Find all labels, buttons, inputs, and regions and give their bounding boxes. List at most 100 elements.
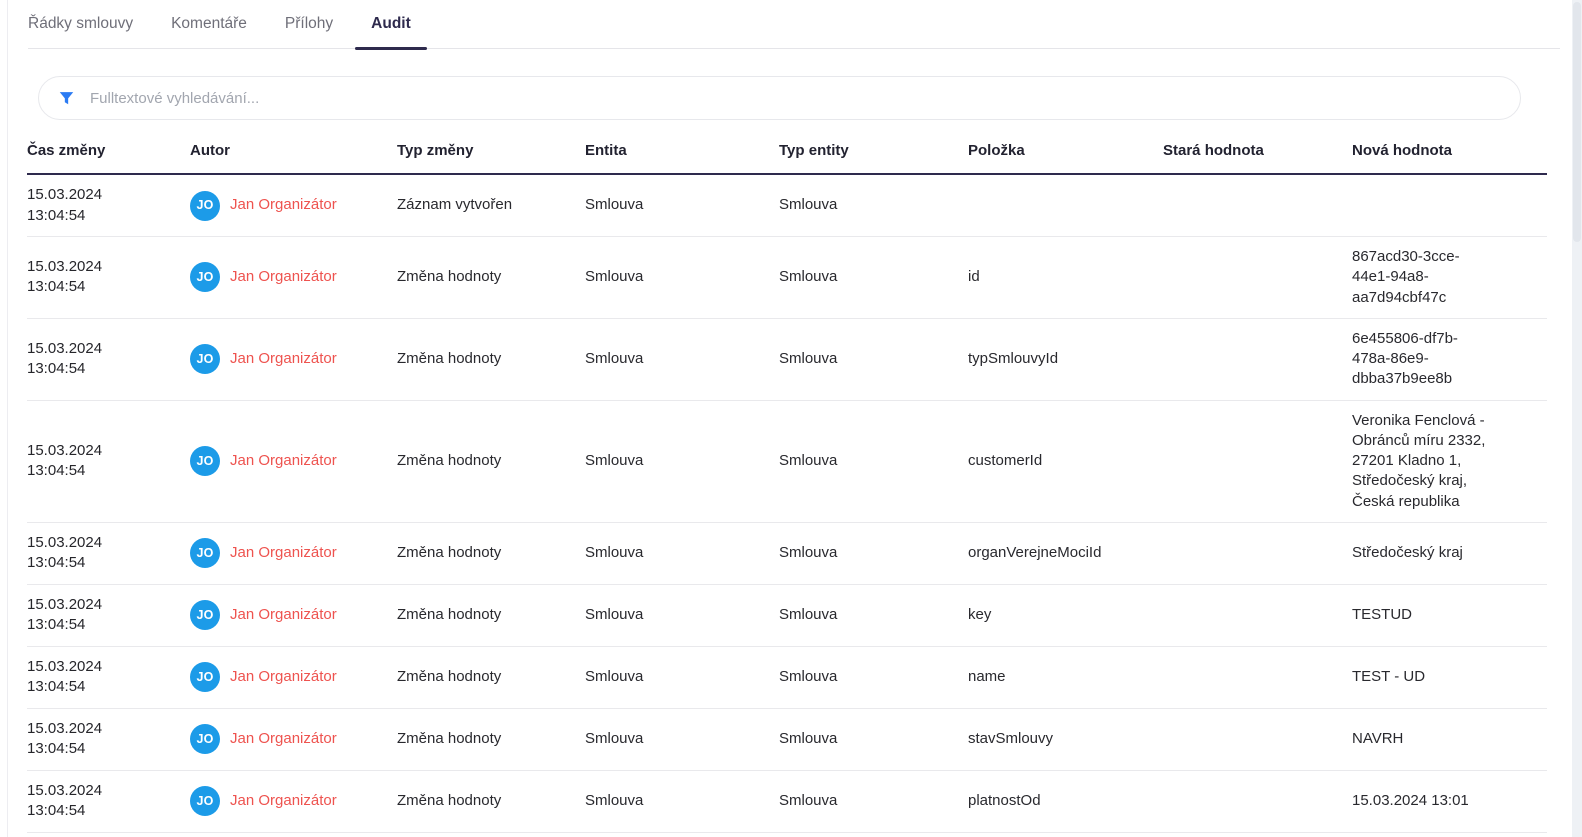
filter-funnel-icon[interactable]	[57, 89, 76, 108]
table-row: 15.03.2024 13:04:54 JO Jan Organizátor Z…	[27, 237, 1547, 319]
table-row: 15.03.2024 13:04:54 JO Jan Organizátor Z…	[27, 175, 1547, 237]
col-header-cas-zmeny: Čas změny	[27, 142, 190, 159]
author-cell: JO Jan Organizátor	[190, 662, 397, 692]
entity-type: Smlouva	[779, 667, 968, 687]
table-row: 15.03.2024 13:04:54 JO Jan Organizátor Z…	[27, 585, 1547, 647]
entity: Smlouva	[585, 543, 779, 563]
change-time-text: 13:04:54	[27, 553, 178, 573]
table-row: 15.03.2024 13:04:54 JO Jan Organizátor Z…	[27, 771, 1547, 833]
avatar: JO	[190, 724, 220, 754]
entity-type: Smlouva	[779, 605, 968, 625]
new-value: TEST - UD	[1352, 667, 1492, 687]
item-field: name	[968, 667, 1163, 687]
table-header-row: Čas změny Autor Typ změny Entita Typ ent…	[27, 134, 1547, 175]
author-cell: JO Jan Organizátor	[190, 786, 397, 816]
change-time-text: 13:04:54	[27, 801, 178, 821]
entity-type: Smlouva	[779, 349, 968, 369]
item-field: key	[968, 605, 1163, 625]
vertical-scrollbar[interactable]	[1572, 0, 1582, 837]
change-time: 15.03.2024 13:04:54	[27, 441, 190, 482]
table-row: 15.03.2024 13:04:54 JO Jan Organizátor Z…	[27, 401, 1547, 523]
change-type: Změna hodnoty	[397, 791, 585, 811]
new-value-cell: 15.03.2024 13:01	[1352, 791, 1547, 811]
entity: Smlouva	[585, 451, 779, 471]
tab-prilohy[interactable]: Přílohy	[285, 15, 333, 48]
tab-audit[interactable]: Audit	[371, 15, 411, 48]
change-time-text: 13:04:54	[27, 206, 178, 226]
author-name-link[interactable]: Jan Organizátor	[230, 195, 337, 215]
avatar: JO	[190, 191, 220, 221]
col-header-autor: Autor	[190, 142, 397, 159]
change-time-text: 13:04:54	[27, 739, 178, 759]
change-time: 15.03.2024 13:04:54	[27, 533, 190, 574]
change-type: Změna hodnoty	[397, 667, 585, 687]
new-value: TESTUD	[1352, 605, 1492, 625]
change-date-text: 15.03.2024	[27, 657, 178, 677]
author-name-link[interactable]: Jan Organizátor	[230, 349, 337, 369]
change-type: Změna hodnoty	[397, 451, 585, 471]
change-date-text: 15.03.2024	[27, 441, 178, 461]
author-name-link[interactable]: Jan Organizátor	[230, 791, 337, 811]
author-cell: JO Jan Organizátor	[190, 446, 397, 476]
author-cell: JO Jan Organizátor	[190, 538, 397, 568]
change-date-text: 15.03.2024	[27, 781, 178, 801]
change-time: 15.03.2024 13:04:54	[27, 781, 190, 822]
entity: Smlouva	[585, 267, 779, 287]
change-time: 15.03.2024 13:04:54	[27, 657, 190, 698]
change-time: 15.03.2024 13:04:54	[27, 185, 190, 226]
change-type: Změna hodnoty	[397, 605, 585, 625]
col-header-typ-entity: Typ entity	[779, 142, 968, 159]
author-name-link[interactable]: Jan Organizátor	[230, 543, 337, 563]
author-cell: JO Jan Organizátor	[190, 344, 397, 374]
col-header-stara-hodnota: Stará hodnota	[1163, 142, 1352, 159]
avatar: JO	[190, 344, 220, 374]
avatar: JO	[190, 446, 220, 476]
entity-type: Smlouva	[779, 267, 968, 287]
author-name-link[interactable]: Jan Organizátor	[230, 451, 337, 471]
avatar: JO	[190, 538, 220, 568]
new-value: NAVRH	[1352, 729, 1492, 749]
author-name-link[interactable]: Jan Organizátor	[230, 605, 337, 625]
col-header-nova-hodnota: Nová hodnota	[1352, 142, 1547, 159]
item-field: customerId	[968, 451, 1163, 471]
change-time-text: 13:04:54	[27, 461, 178, 481]
change-time-text: 13:04:54	[27, 277, 178, 297]
search-input[interactable]	[90, 90, 1502, 107]
avatar: JO	[190, 662, 220, 692]
new-value: 6e455806-df7b-478a-86e9-dbba37b9ee8b	[1352, 329, 1492, 390]
entity-type: Smlouva	[779, 451, 968, 471]
author-name-link[interactable]: Jan Organizátor	[230, 267, 337, 287]
change-time-text: 13:04:54	[27, 615, 178, 635]
col-header-polozka: Položka	[968, 142, 1163, 159]
entity: Smlouva	[585, 729, 779, 749]
item-field: platnostOd	[968, 791, 1163, 811]
change-date-text: 15.03.2024	[27, 185, 178, 205]
tab-komentare[interactable]: Komentáře	[171, 15, 247, 48]
new-value: 867acd30-3cce-44e1-94a8-aa7d94cbf47c	[1352, 247, 1492, 308]
change-time: 15.03.2024 13:04:54	[27, 719, 190, 760]
change-time-text: 13:04:54	[27, 359, 178, 379]
new-value-cell: 6e455806-df7b-478a-86e9-dbba37b9ee8b	[1352, 329, 1547, 390]
entity-type: Smlouva	[779, 729, 968, 749]
col-header-typ-zmeny: Typ změny	[397, 142, 585, 159]
scrollbar-thumb[interactable]	[1573, 2, 1581, 242]
new-value-cell: Veronika Fenclová - Obránců míru 2332, 2…	[1352, 411, 1547, 512]
change-time-text: 13:04:54	[27, 677, 178, 697]
avatar: JO	[190, 786, 220, 816]
audit-table: Čas změny Autor Typ změny Entita Typ ent…	[27, 134, 1547, 833]
author-name-link[interactable]: Jan Organizátor	[230, 667, 337, 687]
table-row: 15.03.2024 13:04:54 JO Jan Organizátor Z…	[27, 319, 1547, 401]
change-date-text: 15.03.2024	[27, 339, 178, 359]
entity-type: Smlouva	[779, 791, 968, 811]
change-type: Změna hodnoty	[397, 267, 585, 287]
new-value-cell: 867acd30-3cce-44e1-94a8-aa7d94cbf47c	[1352, 247, 1547, 308]
entity-type: Smlouva	[779, 195, 968, 215]
change-type: Změna hodnoty	[397, 543, 585, 563]
entity-type: Smlouva	[779, 543, 968, 563]
tab-radky-smlouvy[interactable]: Řádky smlouvy	[28, 15, 133, 48]
author-cell: JO Jan Organizátor	[190, 600, 397, 630]
panel-left-edge	[7, 0, 8, 837]
col-header-entita: Entita	[585, 142, 779, 159]
author-name-link[interactable]: Jan Organizátor	[230, 729, 337, 749]
change-date-text: 15.03.2024	[27, 257, 178, 277]
